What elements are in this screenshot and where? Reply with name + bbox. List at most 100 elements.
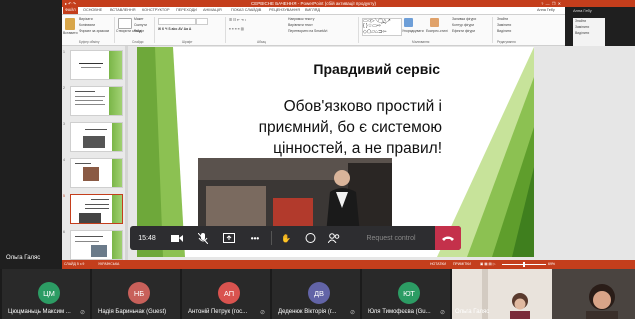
quick-styles-icon[interactable] [430,18,439,27]
tab-home[interactable]: ОСНОВНЕ [83,7,102,14]
format-painter-button[interactable]: Формат за зразком [79,29,109,33]
tab-file[interactable]: ФАЙЛ [63,7,78,14]
slides-group-label: Слайди [132,40,144,44]
tab-insert[interactable]: ВСТАВЛЕННЯ [110,7,136,14]
slide-thumbnail-3[interactable] [70,122,123,152]
thumbnail-decor [112,195,122,223]
zoom-slider-thumb[interactable] [523,262,525,267]
hand-icon: ✋ [281,233,291,243]
arrange-icon[interactable] [404,18,413,27]
window-controls[interactable]: ? — ❐ ✕ [541,1,561,6]
hang-up-icon [442,236,454,241]
camera-button[interactable] [166,226,188,250]
slide-thumbnail-2[interactable] [70,86,123,116]
title-bar: СЕРВІСНЕ БАЧЕННЯ - PowerPoint (сбій акти… [62,0,565,7]
shape-outline-button[interactable]: Контур фігури [452,23,474,27]
drawing-group-label: Малювання [412,40,430,44]
slide-photo[interactable] [198,158,392,234]
participants-button[interactable] [323,226,345,250]
thumbnail-line [75,100,103,101]
video-participant-name: Ольга Галяс [455,309,490,315]
chat-button[interactable] [299,226,321,250]
participants-icon [328,233,340,243]
avatar: ЦМ [38,282,60,304]
align-text-button[interactable]: Вирівняти текст [288,23,313,27]
arrange-button[interactable]: Упорядкувати [402,29,424,33]
status-bar-right [565,260,635,269]
paste-button[interactable]: Вставити [63,31,78,35]
thumbnail-decor [109,51,122,79]
raise-hand-button[interactable]: ✋ [275,226,297,250]
thumbnail-decor [109,87,122,115]
tab-transitions[interactable]: ПЕРЕХОДИ [176,7,197,14]
copy-button[interactable]: Копіювати [79,23,95,27]
font-format-buttons[interactable]: Ж К Ч S abc AV Аа А [158,27,191,31]
participant-tile[interactable]: НБ Надія Бариньчак (Guest) [92,269,180,319]
tab-slideshow[interactable]: ПОКАЗ СЛАЙДІВ [231,7,261,14]
divider [114,17,115,43]
replace-button[interactable]: Замінити [497,23,511,27]
font-name-select[interactable] [158,18,196,25]
mic-button[interactable] [192,226,214,250]
select-button[interactable]: Виділити [497,29,511,33]
shapes-gallery[interactable]: ▭○▷⟍▢△↗{ }☆▭⇨⌒ ◇⬠▱⌂⊐⇦ [362,18,402,36]
thumbnail-line [91,199,109,200]
text-direction-button[interactable]: Напрямок тексту [288,17,314,21]
notes-button[interactable]: НОТАТКИ [430,260,446,269]
layout-button[interactable]: Макет [134,17,144,21]
tab-review[interactable]: РЕЦЕНЗУВАННЯ [269,7,300,14]
slide-thumbnail-1[interactable] [70,50,123,80]
quick-access-toolbar[interactable]: ▸ ↶ ↷ [65,1,76,6]
slide-thumbnail-5[interactable] [70,194,123,224]
select-label[interactable]: Виділити [575,30,605,36]
thumbnail-number: 1 [63,50,65,54]
comments-button[interactable]: ПРИМІТКИ [453,260,471,269]
quick-styles-button[interactable]: Експрес-стилі [426,29,448,33]
request-control-button[interactable]: Request control [355,226,427,250]
shape-effects-button[interactable]: Ефекти фігури [452,29,475,33]
participant-tile[interactable]: ЮТ Юля Тимофєєва (Gu... ⊘ [362,269,450,319]
tab-view[interactable]: ВИГЛЯД [305,7,320,14]
participant-tile[interactable]: ЦМ Цюцманьць Максим ... ⊘ [2,269,90,319]
participant-tile[interactable]: АП Антоній Петрук (гос... ⊘ [182,269,270,319]
toolbar-divider [271,231,272,245]
new-slide-icon[interactable] [118,18,132,29]
thumbnail-image [91,245,107,257]
participant-name: Юля Тимофєєва (Gu... [368,309,431,315]
reset-button[interactable]: Скинути [134,23,147,27]
ribbon: Вставити Вирізати Копіювати Формат за зр… [62,15,565,46]
slide-thumbnail-6[interactable] [70,230,123,260]
align-buttons[interactable]: ≡ ≡ ≡ ≡ ▥ [229,27,244,31]
find-button[interactable]: Знайти [497,17,508,21]
share-button[interactable] [218,226,240,250]
paste-icon[interactable] [65,18,75,30]
participant-tile[interactable]: ДВ Деденюк Вікторія (г... ⊘ [272,269,360,319]
zoom-level[interactable]: 69% [548,260,555,269]
slide-thumbnail-4[interactable] [70,158,123,188]
section-button[interactable]: Розділ [134,29,144,33]
chat-icon [305,233,315,243]
more-options-button[interactable]: ••• [244,226,266,250]
mic-off-icon: ⊘ [440,310,446,316]
hang-up-button[interactable] [435,226,461,250]
font-size-select[interactable] [196,18,208,25]
language-indicator[interactable]: УКРАЇНСЬКА [98,260,119,269]
avatar: АП [218,282,240,304]
smartart-button[interactable]: Перетворити на SmartArt [288,29,327,33]
cut-button[interactable]: Вирізати [79,17,93,21]
list-buttons[interactable]: ☰ ☷ ⇤ ⇥ ↕ [229,18,246,22]
avatar: НБ [128,282,150,304]
tab-animations[interactable]: АНІМАЦІЯ [203,7,222,14]
view-buttons[interactable]: ▣ ▦ ▤ ▷ [480,260,496,269]
shape-fill-button[interactable]: Заливка фігури [452,17,476,21]
thumbnail-decor [112,159,122,187]
ribbon-tabs: ФАЙЛ ОСНОВНЕ ВСТАВЛЕННЯ КОНСТРУКТОР ПЕРЕ… [62,7,565,15]
user-name[interactable]: Анна Гебу [537,7,555,14]
slide-body-text[interactable]: Обов'язково простий і приємний, бо є сис… [212,96,442,159]
participant-name: Деденюк Вікторія (г... [278,309,337,315]
mic-off-icon: ⊘ [260,310,266,316]
participant-name: Цюцманьць Максим ... [8,309,71,315]
tab-design[interactable]: КОНСТРУКТОР [142,7,170,14]
slide-title[interactable]: Правдивий сервіс [313,61,440,77]
divider [358,17,359,43]
